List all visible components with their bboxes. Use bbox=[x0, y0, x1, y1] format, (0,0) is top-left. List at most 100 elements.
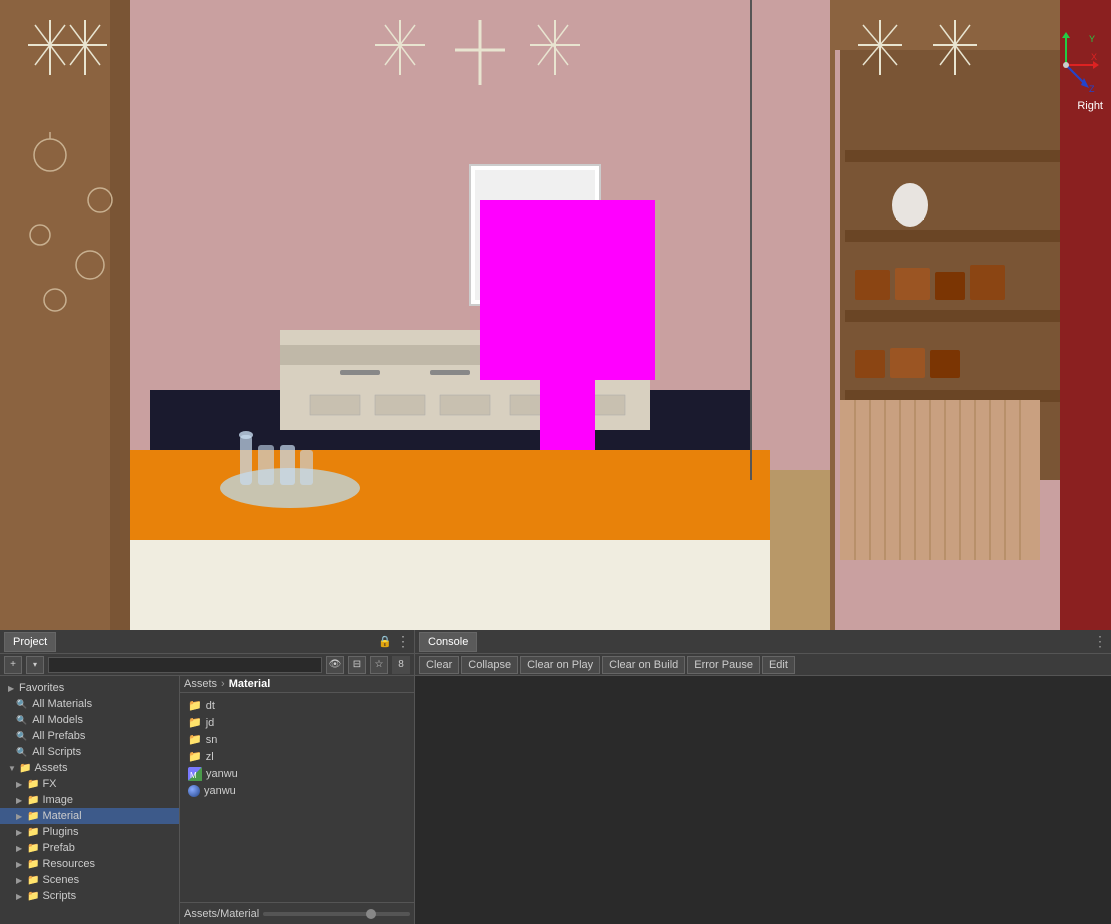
search-icon-materials: 🔍 bbox=[16, 699, 27, 710]
prefab-folder-icon: 📁 bbox=[27, 843, 39, 854]
resources-folder-icon: 📁 bbox=[27, 859, 39, 870]
zoom-slider-thumb bbox=[366, 909, 376, 919]
tree-item-all-models[interactable]: 🔍 All Models bbox=[0, 712, 179, 728]
resources-label: Resources bbox=[42, 858, 95, 870]
collapse-button[interactable]: Collapse bbox=[461, 656, 518, 674]
view-options-icon[interactable]: 👁 bbox=[326, 656, 344, 674]
breadcrumb-material[interactable]: Material bbox=[229, 678, 271, 690]
breadcrumb-separator: › bbox=[221, 678, 225, 690]
scenes-arrow: ▶ bbox=[16, 876, 24, 885]
console-more-icon[interactable]: ⋮ bbox=[1093, 633, 1107, 650]
fx-folder-icon: 📁 bbox=[27, 779, 39, 790]
tree-item-favorites[interactable]: ▶ Favorites bbox=[0, 680, 179, 696]
prefab-label: Prefab bbox=[42, 842, 74, 854]
error-pause-button[interactable]: Error Pause bbox=[687, 656, 760, 674]
scripts-arrow: ▶ bbox=[16, 892, 24, 901]
project-files: 📁 dt 📁 jd 📁 sn 📁 zl bbox=[180, 693, 414, 902]
clear-button[interactable]: Clear bbox=[419, 656, 459, 674]
material-arrow: ▶ bbox=[16, 812, 24, 821]
search-icon-scripts: 🔍 bbox=[16, 747, 27, 758]
file-item-jd[interactable]: 📁 jd bbox=[184, 714, 410, 731]
tree-item-plugins[interactable]: ▶ 📁 Plugins bbox=[0, 824, 179, 840]
tree-item-scenes[interactable]: ▶ 📁 Scenes bbox=[0, 872, 179, 888]
sphere-icon-yanwu bbox=[188, 785, 200, 797]
file-label-sn: sn bbox=[206, 734, 218, 746]
scene-view: Y X Z Right bbox=[0, 0, 1111, 630]
scenes-label: Scenes bbox=[42, 874, 79, 886]
material-label: Material bbox=[42, 810, 81, 822]
svg-text:M: M bbox=[190, 771, 197, 780]
file-item-dt[interactable]: 📁 dt bbox=[184, 697, 410, 714]
fx-arrow: ▶ bbox=[16, 780, 24, 789]
add-button[interactable]: + bbox=[4, 656, 22, 674]
file-item-zl[interactable]: 📁 zl bbox=[184, 748, 410, 765]
scene-gizmo: Y X Z bbox=[1031, 30, 1101, 100]
folder-icon-jd: 📁 bbox=[188, 716, 202, 729]
search-input[interactable] bbox=[48, 657, 322, 673]
tab-console[interactable]: Console bbox=[419, 632, 477, 652]
assets-arrow: ▼ bbox=[8, 764, 16, 773]
tree-item-resources[interactable]: ▶ 📁 Resources bbox=[0, 856, 179, 872]
breadcrumb-assets[interactable]: Assets bbox=[184, 678, 217, 690]
all-prefabs-label: All Prefabs bbox=[32, 730, 85, 742]
tree-item-assets[interactable]: ▼ 📁 Assets bbox=[0, 760, 179, 776]
tree-item-prefab[interactable]: ▶ 📁 Prefab bbox=[0, 840, 179, 856]
tree-item-all-materials[interactable]: 🔍 All Materials bbox=[0, 696, 179, 712]
dropdown-button[interactable]: ▾ bbox=[26, 656, 44, 674]
tree-item-all-prefabs[interactable]: 🔍 All Prefabs bbox=[0, 728, 179, 744]
search-icon-prefabs: 🔍 bbox=[16, 731, 27, 742]
scenes-folder-icon: 📁 bbox=[27, 875, 39, 886]
tree-item-image[interactable]: ▶ 📁 Image bbox=[0, 792, 179, 808]
console-content bbox=[415, 676, 1111, 924]
project-content: ▶ Favorites 🔍 All Materials 🔍 All Models… bbox=[0, 676, 414, 924]
tree-item-all-scripts[interactable]: 🔍 All Scripts bbox=[0, 744, 179, 760]
scripts-label: Scripts bbox=[42, 890, 76, 902]
project-toolbar: + ▾ 👁 ⊟ ☆ 8 bbox=[0, 654, 414, 676]
bottom-panels: Project 🔒 ⋮ + ▾ 👁 ⊟ ☆ 8 ▶ Favorit bbox=[0, 630, 1111, 924]
material-folder-icon: 📁 bbox=[27, 811, 39, 822]
file-label-yanwu-sphere: yanwu bbox=[204, 785, 236, 797]
image-arrow: ▶ bbox=[16, 796, 24, 805]
path-text: Assets/Material bbox=[184, 908, 259, 920]
tree-item-fx[interactable]: ▶ 📁 FX bbox=[0, 776, 179, 792]
plugins-arrow: ▶ bbox=[16, 828, 24, 837]
image-label: Image bbox=[42, 794, 73, 806]
fx-label: FX bbox=[42, 778, 56, 790]
file-item-yanwu-mat[interactable]: M yanwu bbox=[184, 765, 410, 783]
tree-item-material[interactable]: ▶ 📁 Material bbox=[0, 808, 179, 824]
favorites-arrow: ▶ bbox=[8, 684, 16, 693]
scene-background bbox=[0, 0, 1111, 630]
file-item-sn[interactable]: 📁 sn bbox=[184, 731, 410, 748]
file-label-jd: jd bbox=[206, 717, 215, 729]
clear-on-build-button[interactable]: Clear on Build bbox=[602, 656, 685, 674]
all-materials-label: All Materials bbox=[32, 698, 92, 710]
breadcrumb: Assets › Material bbox=[180, 676, 414, 693]
folder-icon-zl: 📁 bbox=[188, 750, 202, 763]
edit-button[interactable]: Edit bbox=[762, 656, 795, 674]
path-bar: Assets/Material bbox=[180, 902, 414, 924]
svg-text:Z: Z bbox=[1089, 84, 1095, 94]
assets-label: Assets bbox=[34, 762, 67, 774]
clear-on-play-button[interactable]: Clear on Play bbox=[520, 656, 600, 674]
more-menu-icon[interactable]: ⋮ bbox=[396, 633, 410, 650]
file-label-yanwu-mat: yanwu bbox=[206, 768, 238, 780]
scripts-folder-icon: 📁 bbox=[27, 891, 39, 902]
file-label-zl: zl bbox=[206, 751, 214, 763]
assets-folder-icon: 📁 bbox=[19, 763, 31, 774]
resources-arrow: ▶ bbox=[16, 860, 24, 869]
all-scripts-label: All Scripts bbox=[32, 746, 81, 758]
zoom-slider[interactable] bbox=[263, 912, 410, 916]
filter-icon[interactable]: ⊟ bbox=[348, 656, 366, 674]
folder-icon-sn: 📁 bbox=[188, 733, 202, 746]
search-icon-models: 🔍 bbox=[16, 715, 27, 726]
svg-text:Y: Y bbox=[1089, 34, 1095, 44]
file-item-yanwu-sphere[interactable]: yanwu bbox=[184, 783, 410, 799]
material-icon-yanwu: M bbox=[188, 767, 202, 781]
tab-project[interactable]: Project bbox=[4, 632, 56, 652]
star-filter-icon[interactable]: ☆ bbox=[370, 656, 388, 674]
lock-icon[interactable]: 🔒 bbox=[378, 635, 392, 648]
view-direction-label: Right bbox=[1077, 100, 1103, 112]
favorites-label: Favorites bbox=[19, 682, 64, 694]
tree-item-scripts[interactable]: ▶ 📁 Scripts bbox=[0, 888, 179, 904]
folder-icon-dt: 📁 bbox=[188, 699, 202, 712]
